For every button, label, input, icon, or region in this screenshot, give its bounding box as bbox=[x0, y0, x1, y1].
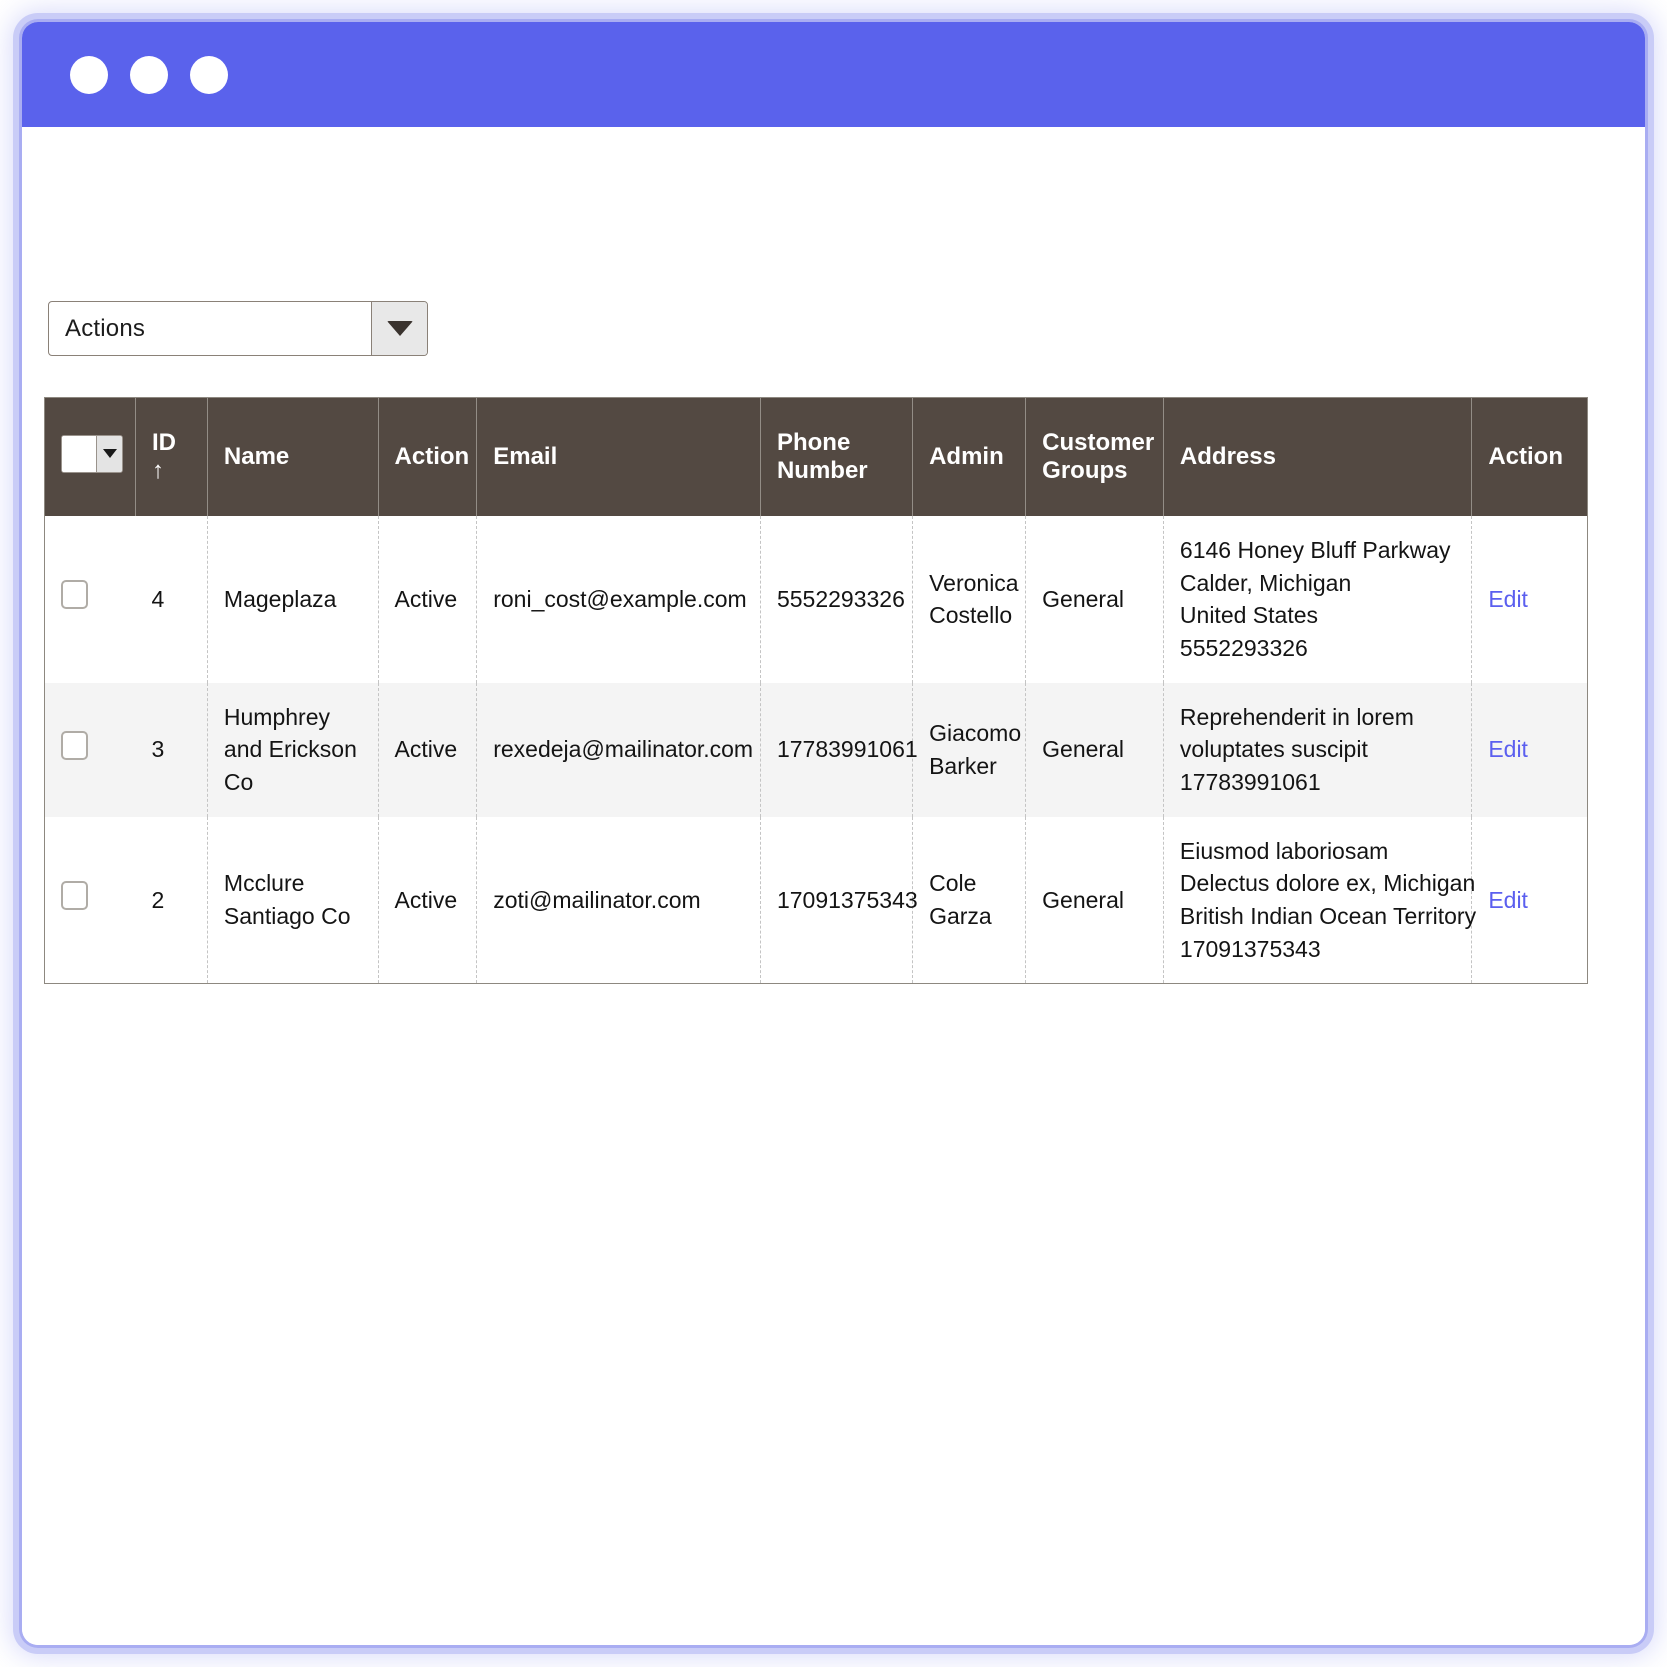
cell-id: 4 bbox=[135, 516, 208, 683]
chevron-down-icon bbox=[102, 449, 117, 459]
select-all-checkbox[interactable] bbox=[62, 435, 96, 472]
column-header-address[interactable]: Address bbox=[1163, 398, 1473, 516]
table-head: ID ↑ Name Action Email Phone Number Admi… bbox=[45, 398, 1587, 516]
window-dot-maximize-icon[interactable] bbox=[190, 55, 228, 94]
address-line: Reprehenderit in lorem bbox=[1179, 703, 1414, 730]
browser-window: Actions ID ↑ Name Action Email Phone Num… bbox=[22, 22, 1645, 1645]
row-select-cell[interactable] bbox=[45, 682, 136, 817]
address-line: Delectus dolore ex, Michigan bbox=[1179, 870, 1476, 897]
select-all-toggle[interactable] bbox=[96, 435, 122, 472]
cell-id: 2 bbox=[135, 816, 208, 984]
cell-name: Mageplaza bbox=[207, 516, 379, 683]
cell-admin: Giacomo Barker bbox=[912, 682, 1027, 817]
column-header-id-label: ID bbox=[151, 428, 176, 456]
address-line: British Indian Ocean Territory bbox=[1179, 902, 1477, 929]
cell-customer-groups: General bbox=[1025, 816, 1164, 984]
customers-table: ID ↑ Name Action Email Phone Number Admi… bbox=[45, 398, 1587, 984]
address-line: 5552293326 bbox=[1179, 634, 1308, 661]
address-line: Eiusmod laboriosam bbox=[1179, 837, 1389, 864]
column-header-admin[interactable]: Admin bbox=[912, 398, 1027, 516]
cell-customer-groups: General bbox=[1025, 516, 1164, 683]
column-header-id[interactable]: ID ↑ bbox=[135, 398, 208, 516]
column-header-customer-groups[interactable]: Customer Groups bbox=[1025, 398, 1164, 516]
actions-select[interactable]: Actions bbox=[48, 301, 428, 356]
cell-status: Active bbox=[378, 682, 478, 817]
window-dot-minimize-icon[interactable] bbox=[130, 55, 168, 94]
cell-action: Edit bbox=[1472, 817, 1587, 984]
actions-select-label: Actions bbox=[65, 314, 146, 342]
cell-admin: Veronica Costello bbox=[912, 516, 1027, 683]
table-row: 3 Humphrey and Erickson Co Active rexede… bbox=[45, 682, 1587, 817]
table-header-row: ID ↑ Name Action Email Phone Number Admi… bbox=[45, 398, 1587, 516]
cell-email: roni_cost@example.com bbox=[476, 516, 761, 683]
cell-action: Edit bbox=[1472, 516, 1587, 683]
row-select-cell[interactable] bbox=[45, 817, 135, 984]
address-line: United States bbox=[1179, 602, 1319, 629]
cell-status: Active bbox=[378, 816, 478, 984]
cell-address: Eiusmod laboriosam Delectus dolore ex, Mi… bbox=[1163, 816, 1477, 984]
row-checkbox[interactable] bbox=[61, 730, 88, 760]
table-row: 2 Mcclure Santiago Co Active zoti@mailin… bbox=[45, 816, 1587, 984]
edit-link[interactable]: Edit bbox=[1488, 736, 1528, 762]
select-all-dropdown[interactable] bbox=[61, 434, 123, 473]
sort-ascending-icon: ↑ bbox=[151, 457, 164, 484]
edit-link[interactable]: Edit bbox=[1488, 887, 1528, 913]
cell-phone: 5552293326 bbox=[760, 516, 914, 683]
customers-table-container: ID ↑ Name Action Email Phone Number Admi… bbox=[44, 397, 1588, 985]
address-line: Calder, Michigan bbox=[1179, 569, 1352, 596]
cell-admin: Cole Garza bbox=[912, 816, 1027, 984]
column-header-status[interactable]: Action bbox=[378, 398, 478, 516]
column-header-action[interactable]: Action bbox=[1471, 398, 1587, 516]
address-line: 17091375343 bbox=[1179, 935, 1321, 962]
column-header-name[interactable]: Name bbox=[207, 398, 379, 516]
actions-select-toggle[interactable] bbox=[371, 302, 427, 355]
cell-id: 3 bbox=[135, 682, 208, 817]
column-header-phone[interactable]: Phone Number bbox=[760, 398, 914, 516]
edit-link[interactable]: Edit bbox=[1488, 586, 1528, 612]
column-header-select-all[interactable] bbox=[45, 398, 136, 516]
cell-email: rexedeja@mailinator.com bbox=[476, 682, 761, 817]
page-content: Actions ID ↑ Name Action Email Phone Num… bbox=[22, 127, 1645, 1645]
window-dot-close-icon[interactable] bbox=[70, 55, 108, 94]
row-checkbox[interactable] bbox=[61, 580, 88, 610]
cell-name: Humphrey and Erickson Co bbox=[207, 682, 379, 817]
cell-customer-groups: General bbox=[1025, 682, 1164, 817]
cell-address: 6146 Honey Bluff Parkway Calder, Michigan… bbox=[1163, 516, 1473, 683]
cell-status: Active bbox=[378, 516, 478, 683]
address-line: voluptates suscipit bbox=[1179, 736, 1368, 763]
chevron-down-icon bbox=[386, 321, 413, 336]
cell-action: Edit bbox=[1471, 682, 1587, 817]
cell-phone: 17783991061 bbox=[760, 682, 918, 817]
cell-address: Reprehenderit in lorem voluptates suscipi… bbox=[1163, 682, 1473, 817]
cell-phone: 17091375343 bbox=[760, 816, 918, 984]
row-select-cell[interactable] bbox=[45, 516, 135, 683]
page-root: Actions ID ↑ Name Action Email Phone Num… bbox=[0, 0, 1667, 1667]
address-line: 17783991061 bbox=[1179, 768, 1321, 795]
table-body: 4 Mageplaza Active roni_cost@example.com… bbox=[45, 516, 1587, 984]
column-header-email[interactable]: Email bbox=[476, 398, 761, 516]
row-checkbox[interactable] bbox=[61, 881, 88, 911]
window-titlebar bbox=[22, 22, 1645, 127]
address-line: 6146 Honey Bluff Parkway bbox=[1179, 537, 1451, 563]
cell-email: zoti@mailinator.com bbox=[476, 816, 761, 984]
cell-name: Mcclure Santiago Co bbox=[207, 816, 379, 984]
table-row: 4 Mageplaza Active roni_cost@example.com… bbox=[45, 516, 1587, 683]
